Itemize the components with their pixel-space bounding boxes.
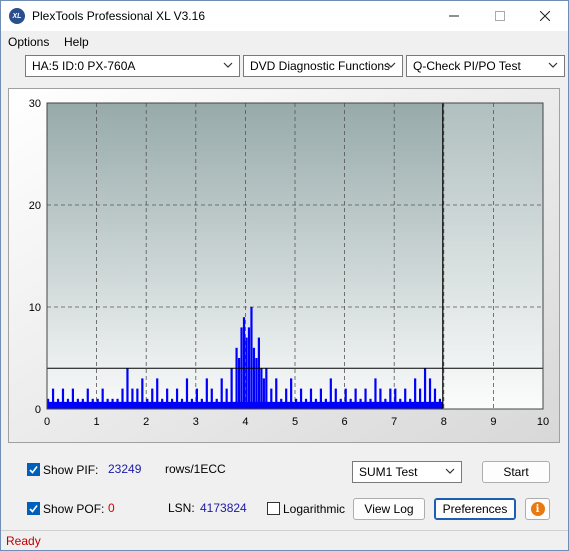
- preferences-button[interactable]: Preferences: [434, 498, 516, 520]
- minimize-icon: [449, 15, 459, 17]
- unused-region: [442, 103, 543, 409]
- status-bar: Ready: [1, 530, 568, 550]
- drive-select-value: HA:5 ID:0 PX-760A: [32, 59, 136, 73]
- sum-test-select[interactable]: SUM1 Test: [352, 461, 462, 483]
- chart-baseline-band: [47, 401, 443, 409]
- maximize-icon: [495, 11, 505, 21]
- sum-test-select-value: SUM1 Test: [359, 465, 418, 479]
- pif-unit: rows/1ECC: [165, 462, 226, 476]
- test-select[interactable]: Q-Check PI/PO Test: [406, 55, 565, 77]
- chart-bar: [255, 358, 258, 409]
- y-tick-label: 20: [29, 200, 41, 212]
- lsn-value: 4173824: [200, 501, 247, 515]
- chart-bar: [237, 358, 241, 409]
- lsn-label: LSN:: [168, 501, 195, 515]
- chart-bar: [252, 347, 256, 409]
- logarithmic-checkbox[interactable]: [267, 502, 280, 515]
- info-icon: i: [530, 502, 545, 516]
- menu-help[interactable]: Help: [64, 35, 89, 49]
- chevron-down-icon: [445, 468, 455, 474]
- x-tick-label: 0: [44, 416, 50, 428]
- function-select[interactable]: DVD Diagnostic Functions: [243, 55, 403, 77]
- close-button[interactable]: [522, 1, 568, 31]
- show-pif-checkbox[interactable]: [27, 463, 40, 476]
- show-pif-label: Show PIF:: [43, 463, 99, 477]
- x-tick-label: 4: [242, 416, 248, 428]
- app-window: XL PlexTools Professional XL V3.16 Optio…: [0, 0, 569, 551]
- chart-bar: [257, 337, 260, 409]
- test-select-value: Q-Check PI/PO Test: [413, 59, 521, 73]
- status-text: Ready: [6, 534, 41, 548]
- menu-options[interactable]: Options: [8, 35, 49, 49]
- minimize-button[interactable]: [431, 1, 477, 31]
- control-panel: Show PIF: 23249 rows/1ECC SUM1 Test Star…: [9, 451, 561, 529]
- show-pof-checkbox[interactable]: [27, 502, 40, 515]
- x-tick-label: 5: [292, 416, 298, 428]
- info-button[interactable]: i: [525, 498, 550, 520]
- app-logo-icon: XL: [9, 8, 25, 24]
- chevron-down-icon: [548, 62, 558, 68]
- chevron-down-icon: [223, 62, 233, 68]
- chart-frame: 0 1 2 3 4 5 6 7 8 9 10 0 10 20 30: [8, 88, 560, 443]
- y-tick-label: 0: [35, 404, 41, 416]
- pif-value: 23249: [108, 462, 142, 476]
- chart-bar: [245, 337, 248, 409]
- checkmark-icon: [29, 466, 38, 474]
- x-tick-label: 2: [143, 416, 149, 428]
- pipo-chart: 0 1 2 3 4 5 6 7 8 9 10 0 10 20 30: [9, 89, 559, 442]
- chart-bar: [250, 307, 253, 409]
- maximize-button[interactable]: [477, 1, 523, 31]
- x-tick-label: 10: [537, 416, 549, 428]
- pof-value: 0: [108, 501, 115, 515]
- chart-bar: [242, 317, 246, 409]
- view-log-button[interactable]: View Log: [353, 498, 425, 520]
- chart-bar: [235, 347, 238, 409]
- checkmark-icon: [29, 505, 38, 513]
- x-tick-label: 7: [391, 416, 397, 428]
- drive-select[interactable]: HA:5 ID:0 PX-760A: [25, 55, 240, 77]
- y-tick-label: 10: [29, 302, 41, 314]
- title-bar[interactable]: XL PlexTools Professional XL V3.16: [1, 1, 568, 31]
- x-tick-label: 9: [490, 416, 496, 428]
- start-button[interactable]: Start: [482, 461, 550, 483]
- x-tick-label: 6: [342, 416, 348, 428]
- x-tick-label: 1: [94, 416, 100, 428]
- chevron-down-icon: [386, 62, 396, 68]
- y-tick-label: 30: [29, 98, 41, 110]
- function-select-value: DVD Diagnostic Functions: [250, 59, 391, 73]
- menu-bar: Options Help: [1, 32, 568, 52]
- close-icon: [540, 11, 550, 21]
- logarithmic-label: Logarithmic: [283, 502, 346, 516]
- window-title: PlexTools Professional XL V3.16: [32, 9, 205, 23]
- x-tick-label: 8: [441, 416, 447, 428]
- x-tick-label: 3: [193, 416, 199, 428]
- show-pof-label: Show POF:: [43, 502, 105, 516]
